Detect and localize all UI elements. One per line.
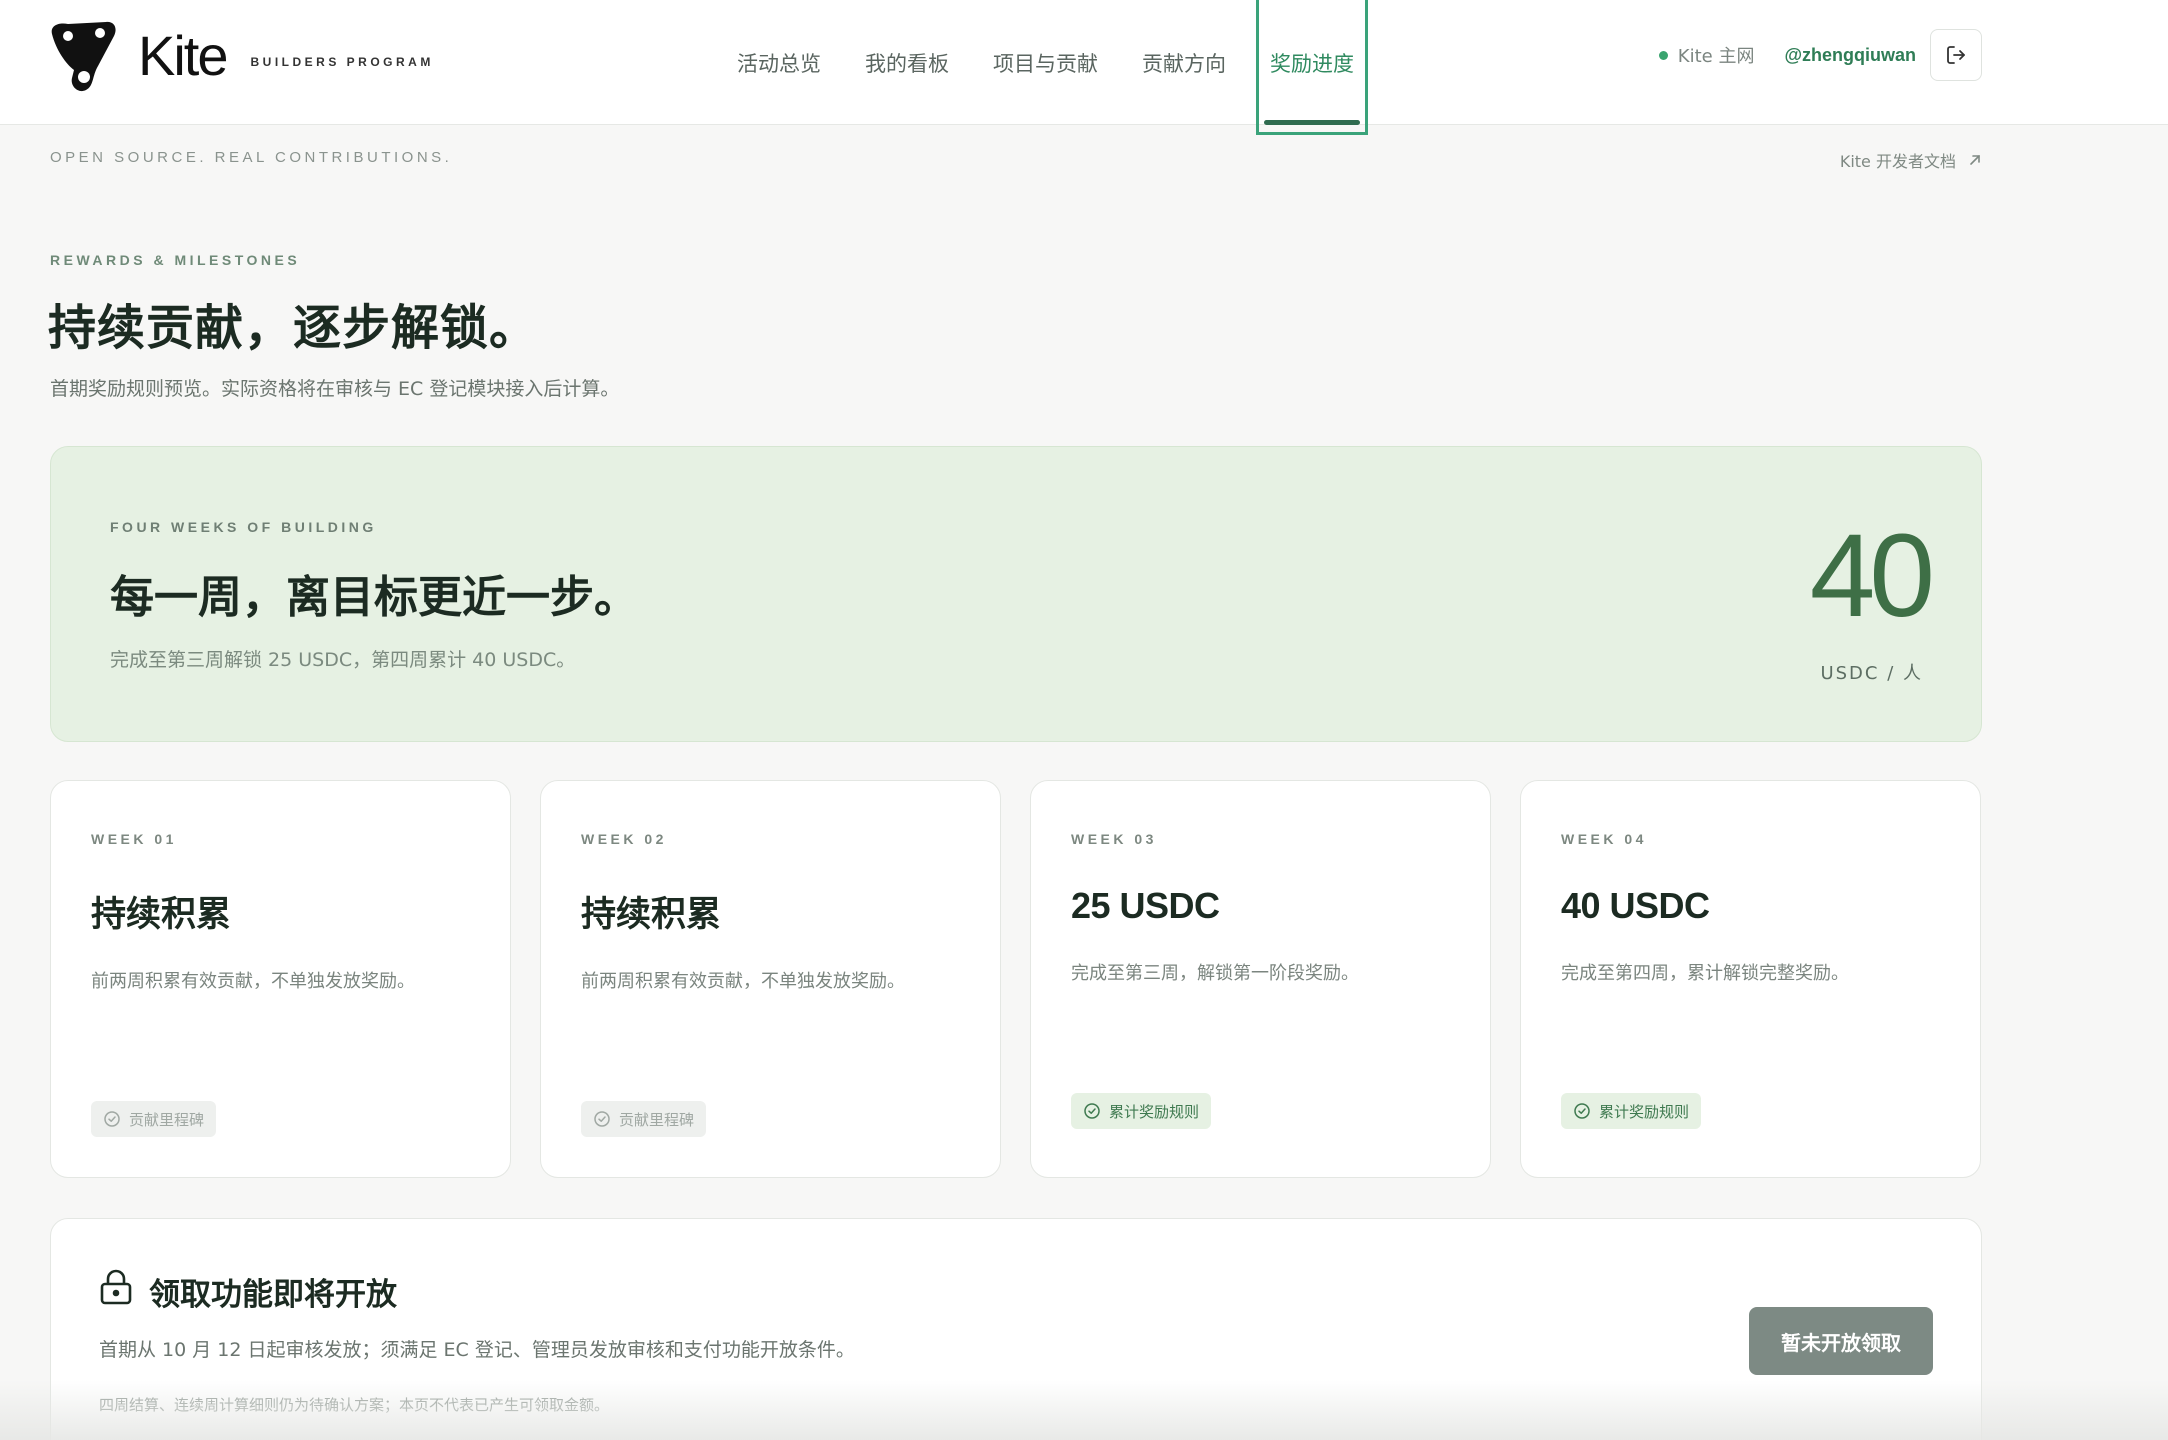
check-circle-icon (1574, 1103, 1590, 1119)
week-label: WEEK 02 (581, 831, 667, 847)
week-label: WEEK 01 (91, 831, 177, 847)
week-title: 25 USDC (1071, 885, 1220, 926)
milestone-badge: 贡献里程碑 (91, 1101, 217, 1137)
section-eyebrow: REWARDS & MILESTONES (50, 252, 301, 268)
user-handle[interactable]: @zhengqiuwan (1784, 45, 1916, 66)
lock-icon (100, 1269, 132, 1305)
week-label: WEEK 04 (1561, 831, 1647, 847)
network-label: Kite 主网 (1677, 46, 1755, 67)
top-header: Kite BUILDERS PROGRAM 活动总览 我的看板 项目与贡献 贡献… (0, 0, 2168, 135)
docs-link[interactable]: Kite 开发者文档 (1840, 148, 1982, 172)
check-circle-icon (1084, 1103, 1100, 1119)
badge-label: 贡献里程碑 (129, 1110, 205, 1129)
week-description: 前两周积累有效贡献，不单独发放奖励。 (581, 971, 905, 992)
kite-logo-icon (51, 21, 116, 92)
claim-panel: 领取功能即将开放 首期从 10 月 12 日起审核发放；须满足 EC 登记、管理… (50, 1218, 1982, 1440)
banner-title: 每一周，离目标更近一步。 (110, 572, 638, 623)
brand-logo[interactable]: Kite BUILDERS PROGRAM (48, 20, 434, 92)
banner-description: 完成至第三周解锁 25 USDC，第四周累计 40 USDC。 (110, 649, 576, 671)
tagline: OPEN SOURCE. REAL CONTRIBUTIONS. (50, 149, 453, 166)
header-actions: Kite 主网 @zhengqiuwan (1658, 28, 1982, 82)
reward-rule-badge: 累计奖励规则 (1561, 1093, 1702, 1129)
week-description: 完成至第三周，解锁第一阶段奖励。 (1071, 963, 1359, 984)
reward-rule-badge: 累计奖励规则 (1071, 1093, 1212, 1129)
focus-ring (1256, 0, 1368, 135)
badge-label: 累计奖励规则 (1109, 1102, 1200, 1121)
milestone-badge: 贡献里程碑 (581, 1101, 707, 1137)
claim-button[interactable]: 暂未开放领取 (1749, 1307, 1933, 1375)
week-card-04: WEEK 04 40 USDC 完成至第四周，累计解锁完整奖励。 累计奖励规则 (1520, 780, 1981, 1178)
brand-subtitle: BUILDERS PROGRAM (250, 55, 434, 69)
nav-item-label: 贡献方向 (1142, 51, 1226, 76)
week-title: 持续积累 (581, 895, 722, 935)
check-circle-icon (104, 1111, 120, 1127)
claim-description: 首期从 10 月 12 日起审核发放；须满足 EC 登记、管理员发放审核和支付功… (99, 1339, 855, 1361)
reward-unit: USDC / 人 (1820, 663, 1923, 684)
week-title: 40 USDC (1561, 885, 1710, 926)
week-card-03: WEEK 03 25 USDC 完成至第三周，解锁第一阶段奖励。 累计奖励规则 (1030, 780, 1491, 1178)
nav-item-label: 我的看板 (865, 51, 949, 76)
page-description: 首期奖励规则预览。实际资格将在审核与 EC 登记模块接入后计算。 (50, 378, 620, 400)
check-circle-icon (594, 1111, 610, 1127)
claim-title: 领取功能即将开放 (149, 1277, 397, 1313)
brand-name: Kite (138, 24, 228, 87)
reward-banner: FOUR WEEKS OF BUILDING 每一周，离目标更近一步。 完成至第… (50, 446, 1982, 742)
badge-label: 贡献里程碑 (619, 1110, 695, 1129)
nav-item-projects[interactable]: 项目与贡献 (971, 0, 1120, 125)
logout-button[interactable] (1930, 29, 1982, 81)
badge-label: 累计奖励规则 (1599, 1102, 1690, 1121)
nav-item-dashboard[interactable]: 我的看板 (843, 0, 971, 125)
docs-link-label: Kite 开发者文档 (1839, 152, 1956, 171)
main-nav: 活动总览 我的看板 项目与贡献 贡献方向 奖励进度 (715, 0, 1376, 135)
nav-item-directions[interactable]: 贡献方向 (1120, 0, 1248, 125)
week-description: 前两周积累有效贡献，不单独发放奖励。 (91, 971, 415, 992)
reward-amount: 40 (1809, 510, 1935, 642)
week-description: 完成至第四周，累计解锁完整奖励。 (1561, 963, 1849, 984)
week-card-02: WEEK 02 持续积累 前两周积累有效贡献，不单独发放奖励。 贡献里程碑 (540, 780, 1001, 1178)
banner-eyebrow: FOUR WEEKS OF BUILDING (110, 519, 377, 535)
claim-note: 四周结算、连续周计算细则仍为待确认方案；本页不代表已产生可领取金额。 (99, 1396, 610, 1414)
nav-item-label: 项目与贡献 (993, 51, 1098, 76)
active-tab-indicator (1264, 120, 1360, 125)
external-arrow-icon (1970, 155, 1980, 165)
nav-item-rewards[interactable]: 奖励进度 (1248, 0, 1376, 135)
logout-icon (1947, 46, 1965, 64)
nav-item-label: 活动总览 (737, 51, 821, 76)
nav-item-overview[interactable]: 活动总览 (715, 0, 843, 125)
status-dot-icon (1658, 50, 1668, 60)
week-label: WEEK 03 (1071, 831, 1157, 847)
week-title: 持续积累 (91, 895, 232, 935)
week-card-01: WEEK 01 持续积累 前两周积累有效贡献，不单独发放奖励。 贡献里程碑 (50, 780, 511, 1178)
page-title: 持续贡献，逐步解锁。 (48, 300, 539, 356)
